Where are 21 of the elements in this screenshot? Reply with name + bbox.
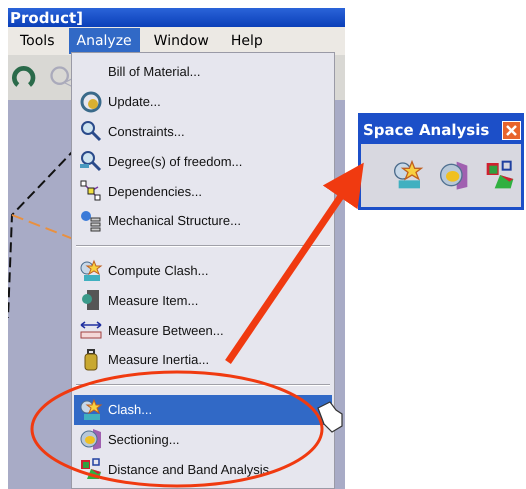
menu-item[interactable]: Degree(s) of freedom... [74, 146, 332, 176]
menu-item[interactable]: Constraints... [74, 116, 332, 146]
menu-item[interactable]: Measure Item... [74, 285, 332, 316]
menu-title[interactable]: Help [222, 28, 271, 54]
menu-item[interactable]: Sectioning... [74, 424, 332, 454]
toolbar-title: Space Analysis [363, 121, 490, 139]
menu-title[interactable]: Tools [12, 28, 62, 54]
menu-item[interactable]: Update... [74, 86, 332, 117]
menu-item[interactable]: Dependencies... [74, 176, 332, 206]
menu-item[interactable]: Measure Inertia... [74, 344, 332, 375]
close-icon [505, 124, 518, 136]
menu-item[interactable]: Mechanical Structure... [74, 206, 332, 236]
menu-title[interactable]: Analyze [68, 28, 140, 54]
menu-item[interactable]: Clash... [74, 394, 332, 424]
close-button[interactable] [502, 120, 521, 140]
menu-title[interactable]: Window [146, 28, 217, 54]
menu-item[interactable]: Compute Clash... [74, 256, 332, 286]
window-title: Product] [10, 10, 84, 27]
menu-item[interactable]: Bill of Material... [74, 57, 332, 87]
menu-item[interactable]: Distance and Band Analysis [74, 454, 332, 484]
menu-item[interactable]: Measure Between... [74, 315, 332, 345]
